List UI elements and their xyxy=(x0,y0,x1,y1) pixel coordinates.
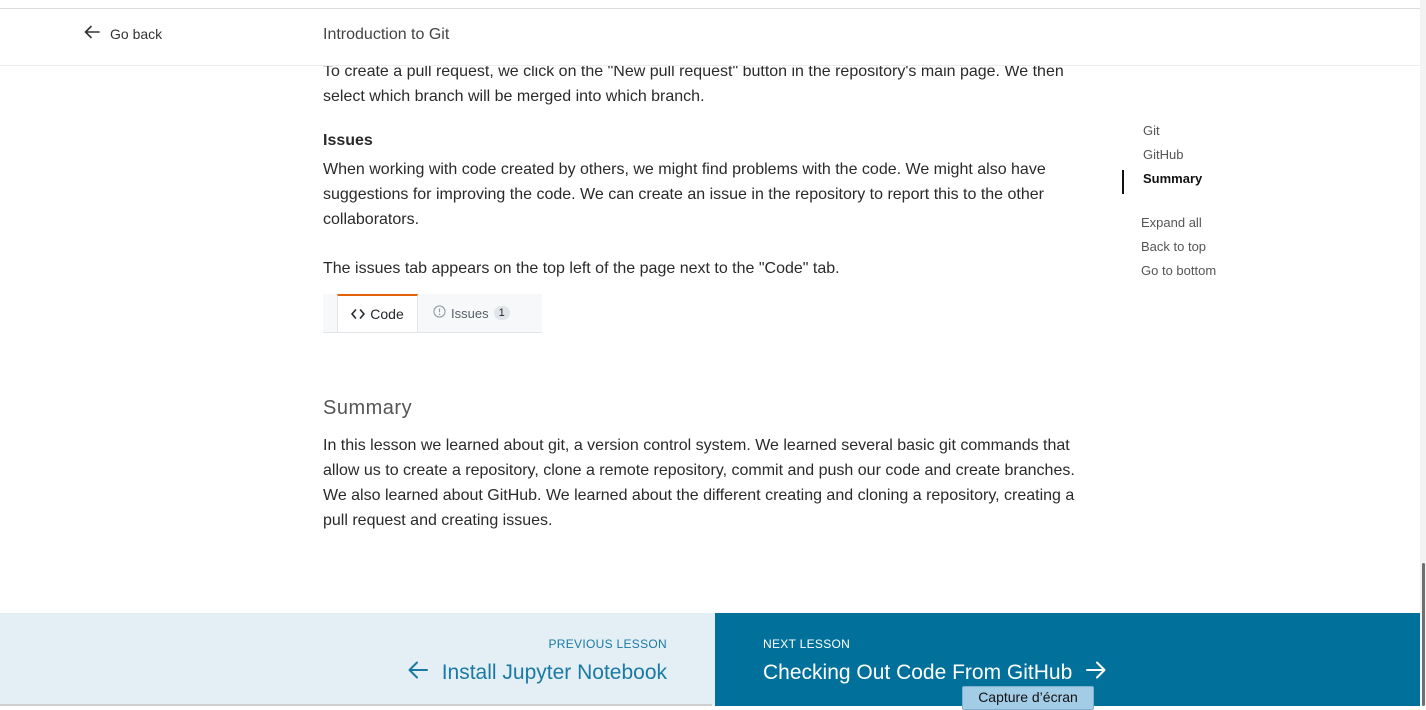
arrow-left-icon xyxy=(408,661,428,685)
next-lesson-label: NEXT LESSON xyxy=(763,637,851,651)
arrow-left-icon xyxy=(84,25,100,42)
intro-paragraph: To create a pull request, we click on th… xyxy=(323,63,1064,105)
toc-item-summary[interactable]: Summary xyxy=(1122,170,1202,194)
lesson-content: To create a pull request, we click on th… xyxy=(323,59,1098,533)
screenshot-tooltip: Capture d’écran xyxy=(962,686,1094,710)
next-lesson-title: Checking Out Code From GitHub xyxy=(763,661,1073,684)
go-back-link[interactable]: Go back xyxy=(84,25,162,42)
toc-item-git[interactable]: Git xyxy=(1122,122,1202,146)
issues-count-badge: 1 xyxy=(493,306,510,320)
github-tabs-screenshot: Code Issues 1 xyxy=(323,294,542,333)
summary-heading: Summary xyxy=(323,397,413,419)
previous-lesson-link[interactable]: Install Jupyter Notebook xyxy=(408,661,667,685)
scrollbar-thumb[interactable] xyxy=(1422,563,1425,706)
header: Go back Introduction to Git xyxy=(0,9,1420,66)
issues-heading: Issues xyxy=(323,132,373,149)
code-brackets-icon xyxy=(351,302,366,327)
previous-lesson-panel[interactable]: PREVIOUS LESSON Install Jupyter Notebook xyxy=(0,613,715,706)
go-to-bottom-link[interactable]: Go to bottom xyxy=(1141,262,1216,286)
expand-all-link[interactable]: Expand all xyxy=(1141,214,1216,238)
toc-item-github[interactable]: GitHub xyxy=(1122,146,1202,170)
page-title: Introduction to Git xyxy=(323,26,450,43)
go-back-label: Go back xyxy=(110,25,163,42)
issues-paragraph: When working with code created by others… xyxy=(323,161,1046,228)
toc-actions: Expand all Back to top Go to bottom xyxy=(1141,214,1216,286)
issues-tab: Issues 1 xyxy=(433,294,510,332)
issues-tab-label: Issues xyxy=(451,305,489,321)
code-tab-label: Code xyxy=(370,305,404,322)
next-lesson-link[interactable]: Checking Out Code From GitHub xyxy=(763,661,1106,685)
summary-paragraph: In this lesson we learned about git, a v… xyxy=(323,437,1075,529)
issue-opened-icon xyxy=(433,301,446,326)
back-to-top-link[interactable]: Back to top xyxy=(1141,238,1216,262)
table-of-contents: Git GitHub Summary xyxy=(1122,122,1202,194)
issues-tab-paragraph: The issues tab appears on the top left o… xyxy=(323,260,840,277)
previous-lesson-title: Install Jupyter Notebook xyxy=(441,661,667,684)
previous-lesson-label: PREVIOUS LESSON xyxy=(548,637,667,651)
arrow-right-icon xyxy=(1086,661,1106,685)
code-tab: Code xyxy=(337,294,418,332)
